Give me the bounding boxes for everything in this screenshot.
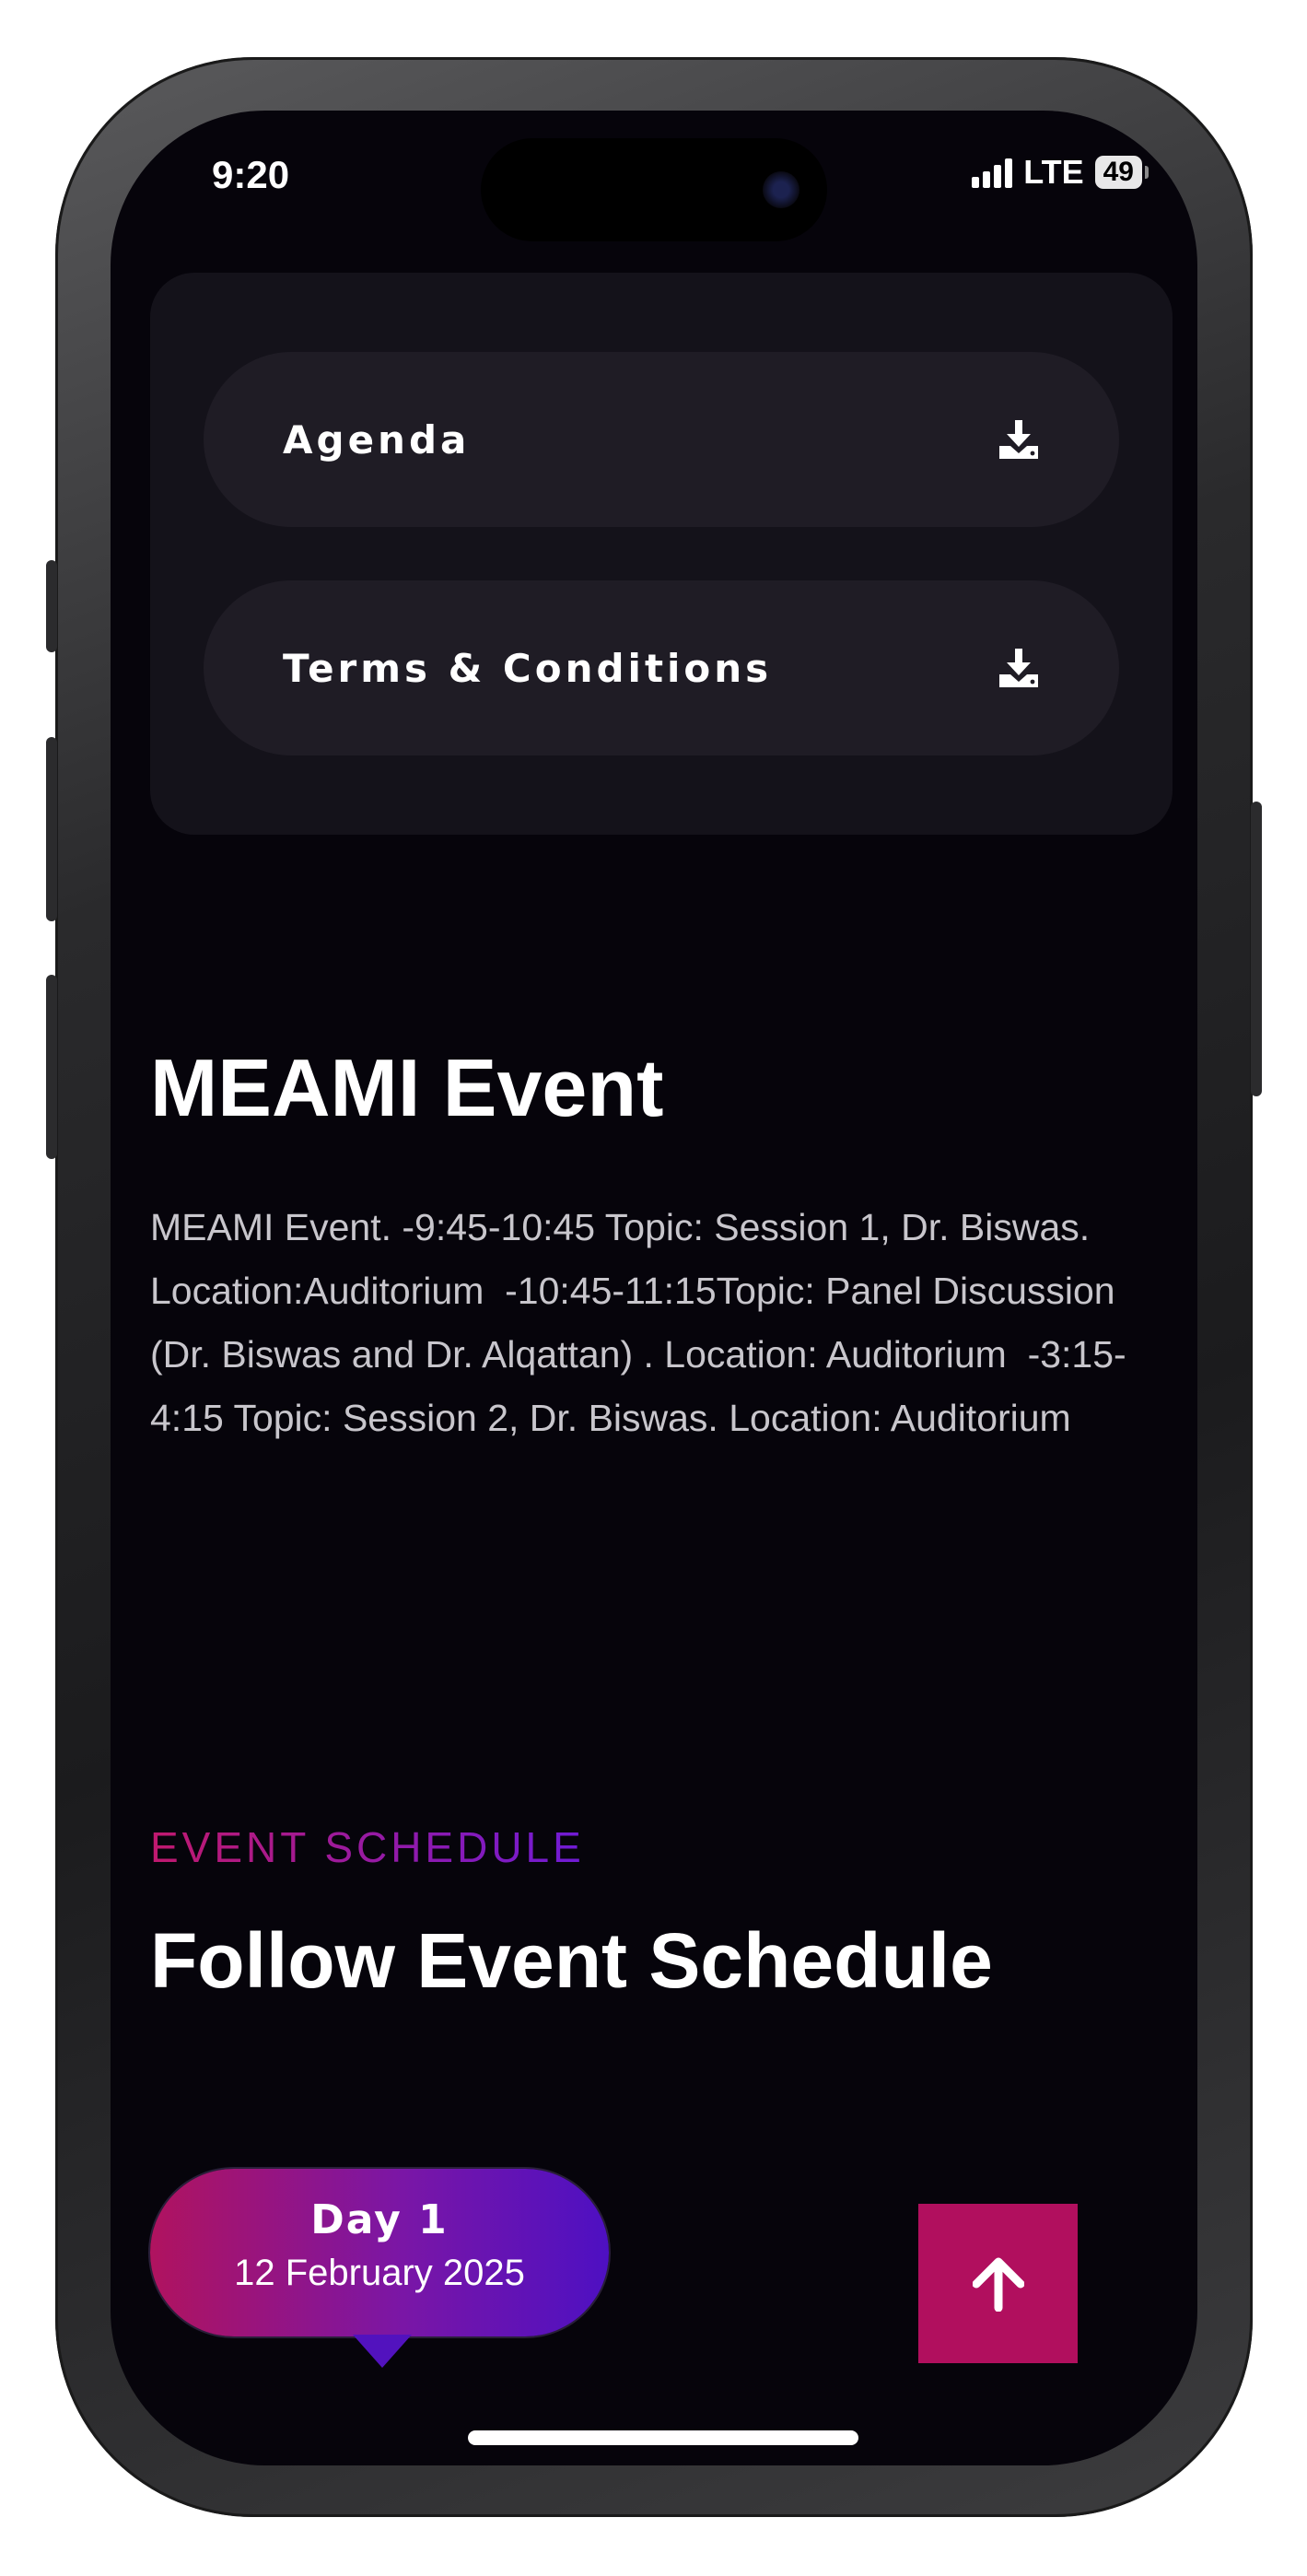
volume-up-button	[46, 737, 57, 921]
day-label: Day 1	[310, 2196, 449, 2243]
terms-label: Terms & Conditions	[283, 645, 773, 691]
schedule-title: Follow Event Schedule	[150, 1917, 993, 2004]
scroll-to-top-button[interactable]	[918, 2204, 1078, 2363]
download-icon	[999, 420, 1038, 459]
status-time: 9:20	[212, 153, 290, 196]
camera-icon	[763, 171, 799, 208]
day-tab-1[interactable]: Day 1 12 February 2025	[150, 2169, 609, 2336]
terms-download-button[interactable]: Terms & Conditions	[204, 580, 1119, 755]
download-icon	[999, 649, 1038, 687]
app-screen: 9:20 LTE 49 Agenda Terms & Conditions ME…	[111, 111, 1197, 2465]
battery-icon: 49	[1094, 156, 1149, 189]
action-button	[46, 560, 57, 652]
status-indicators: LTE 49	[972, 153, 1149, 192]
downloads-card: Agenda Terms & Conditions	[150, 273, 1173, 835]
dynamic-island	[481, 138, 827, 241]
home-indicator[interactable]	[468, 2430, 858, 2445]
signal-icon	[972, 157, 1013, 188]
active-tab-pointer	[353, 2335, 412, 2368]
event-description: MEAMI Event. -9:45-10:45 Topic: Session …	[150, 1206, 1126, 1439]
agenda-download-button[interactable]: Agenda	[204, 352, 1119, 527]
schedule-kicker: EVENT SCHEDULE	[150, 1823, 585, 1871]
power-button	[1251, 802, 1262, 1096]
agenda-label: Agenda	[283, 416, 471, 463]
volume-down-button	[46, 975, 57, 1159]
event-title: MEAMI Event	[150, 1042, 664, 1133]
day-date: 12 February 2025	[234, 2253, 525, 2293]
arrow-up-icon	[972, 2257, 1024, 2312]
network-type: LTE	[1023, 153, 1084, 191]
